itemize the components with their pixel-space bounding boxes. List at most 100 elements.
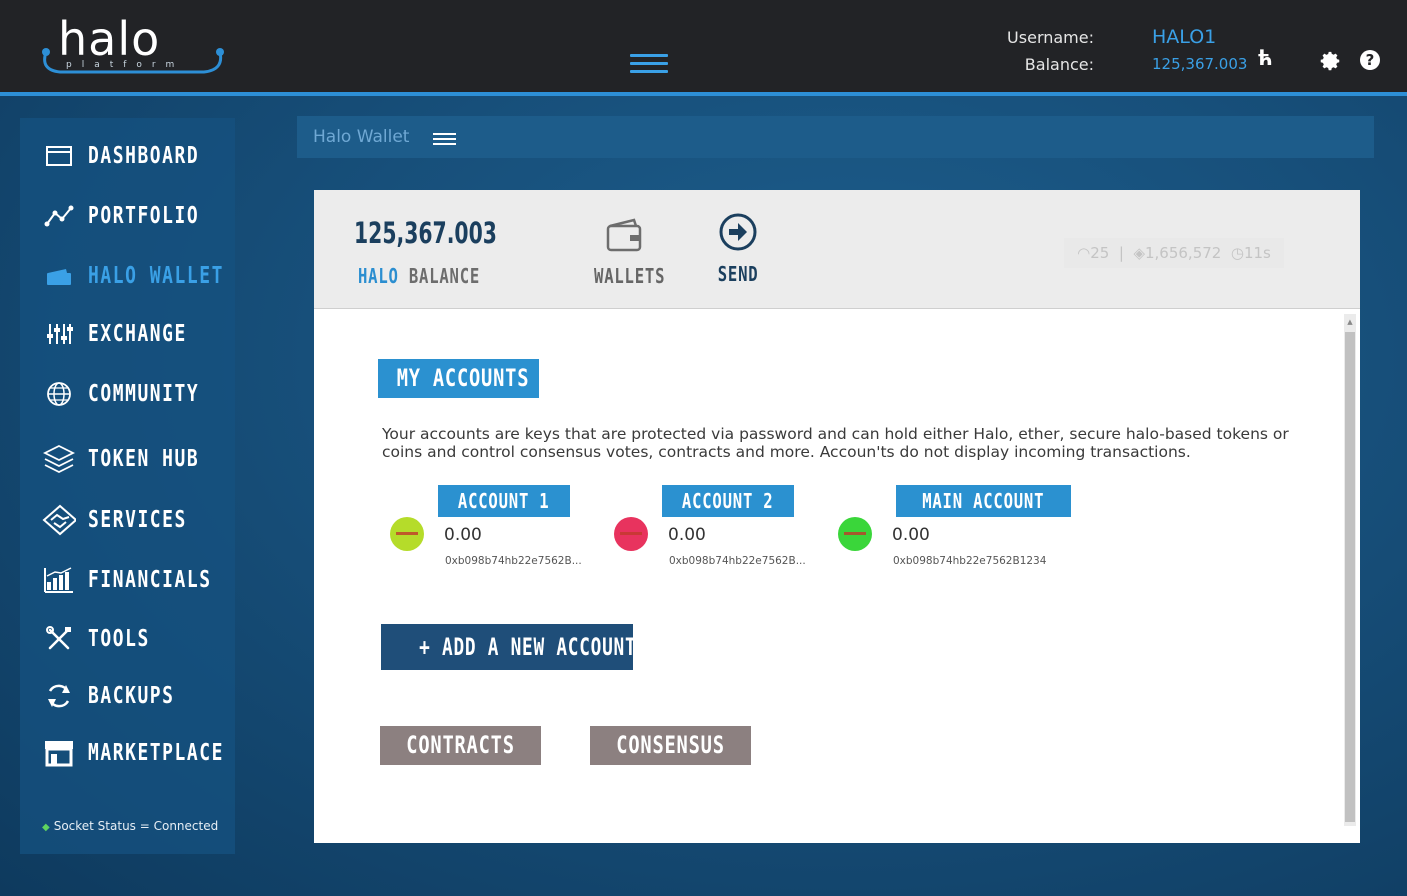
sidebar-item-label: BACKUPS (88, 683, 175, 709)
user-info-values: HALO1 125,367.003 (1152, 24, 1247, 78)
refresh-icon (42, 681, 76, 711)
sidebar-item-label: TOKEN HUB (88, 446, 200, 472)
account-name: MAIN ACCOUNT (922, 489, 1045, 513)
top-bar-accent-line (0, 92, 1407, 96)
my-accounts-label: MY ACCOUNTS (396, 364, 530, 392)
sidebar-item-community[interactable]: COMMUNITY (42, 374, 231, 414)
account-address: 0xb098b74hb22e7562B... (669, 555, 806, 567)
account-card[interactable]: ACCOUNT 2 0.00 0xb098b74hb22e7562B... (614, 485, 834, 575)
sidebar-item-dashboard[interactable]: DASHBOARD (42, 136, 231, 176)
wallet-icon (42, 261, 76, 291)
block-time: 11s (1243, 244, 1271, 262)
sidebar-item-portfolio[interactable]: PORTFOLIO (42, 196, 231, 236)
sidebar-item-tools[interactable]: TOOLS (42, 619, 167, 659)
sidebar-item-financials[interactable]: FINANCIALS (42, 560, 246, 600)
account-name: ACCOUNT 2 (682, 489, 774, 513)
wallets-button[interactable]: WALLETS (584, 216, 664, 288)
sidebar-item-exchange[interactable]: EXCHANGE (42, 314, 215, 354)
sidebar-item-label: TOOLS (88, 626, 150, 652)
account-title-button[interactable]: MAIN ACCOUNT (896, 485, 1071, 517)
bar-chart-icon (42, 565, 76, 595)
username-value[interactable]: HALO1 (1152, 24, 1247, 51)
sidebar: DASHBOARD PORTFOLIO HALO WALLET EXCHANGE… (20, 118, 235, 854)
wallets-label: WALLETS (594, 264, 666, 288)
scroll-up-icon[interactable]: ▲ (1345, 318, 1355, 326)
logo-subtitle: platform (66, 60, 185, 70)
gear-icon[interactable] (1320, 50, 1342, 76)
scroll-thumb[interactable] (1345, 332, 1355, 822)
contracts-label: CONTRACTS (406, 731, 515, 759)
halo-logo[interactable]: halo platform (36, 12, 228, 78)
scrollbar[interactable]: ▲ (1344, 314, 1356, 826)
balance-label-word: BALANCE (408, 264, 481, 288)
wallet-balance-value: 125,367.003 (354, 216, 497, 250)
account-address: 0xb098b74hb22e7562B... (445, 555, 582, 567)
account-avatar-icon (390, 517, 424, 551)
sidebar-item-marketplace[interactable]: MARKETPLACE (42, 733, 262, 773)
account-title-button[interactable]: ACCOUNT 2 (662, 485, 794, 517)
sidebar-item-label: FINANCIALS (88, 567, 212, 593)
send-button[interactable]: SEND (708, 212, 768, 286)
sidebar-item-token-hub[interactable]: TOKEN HUB (42, 439, 231, 479)
account-card[interactable]: MAIN ACCOUNT 0.00 0xb098b74hb22e7562B123… (838, 485, 1071, 575)
sidebar-item-halo-wallet[interactable]: HALO WALLET (42, 256, 262, 296)
consensus-label: CONSENSUS (616, 731, 725, 759)
socket-status: ◆ Socket Status = Connected (42, 819, 218, 833)
add-account-label: + ADD A NEW ACCOUNT (419, 633, 637, 661)
main-menu-icon[interactable] (630, 54, 668, 73)
sidebar-item-label: MARKETPLACE (88, 740, 224, 766)
sidebar-item-label: EXCHANGE (88, 321, 187, 347)
wallet-balance-label: HALO BALANCE (358, 264, 480, 288)
account-address: 0xb098b74hb22e7562B1234 (893, 555, 1047, 567)
username-label: Username: (1007, 28, 1094, 47)
peers-count: 25 (1090, 244, 1110, 262)
add-account-button[interactable]: + ADD A NEW ACCOUNT (381, 624, 637, 670)
sidebar-item-services[interactable]: SERVICES (42, 500, 215, 540)
page-menu-icon[interactable] (433, 133, 456, 148)
account-amount: 0.00 (892, 525, 930, 545)
wifi-icon: ◆ (42, 822, 50, 833)
sidebar-item-label: HALO WALLET (88, 263, 224, 289)
top-bar: halo platform Username: Balance: HALO1 1… (0, 0, 1407, 92)
tools-icon (42, 624, 76, 654)
line-chart-icon (42, 201, 76, 231)
layers-icon (42, 444, 76, 474)
sidebar-item-label: SERVICES (88, 507, 187, 533)
wallet-outline-icon (606, 218, 642, 252)
accounts-description: Your accounts are keys that are protecte… (382, 425, 1289, 461)
handshake-icon (42, 504, 76, 536)
sidebar-item-label: PORTFOLIO (88, 203, 200, 229)
send-label: SEND (717, 262, 759, 286)
account-name: ACCOUNT 1 (458, 489, 550, 513)
halo-currency-icon: ћ (1258, 46, 1273, 70)
balance-label: Balance: (1024, 55, 1094, 74)
sidebar-item-label: COMMUNITY (88, 381, 200, 407)
wallet-header: 125,367.003 HALO BALANCE WALLETS SEND ◠2… (314, 190, 1360, 309)
help-icon[interactable]: ? (1360, 50, 1380, 70)
account-amount: 0.00 (668, 525, 706, 545)
browser-window-icon (42, 141, 76, 171)
socket-status-text: Socket Status = Connected (53, 819, 219, 833)
block-count: 1,656,572 (1144, 244, 1222, 262)
balance-label-halo: HALO (358, 264, 399, 288)
rss-icon: ◠ (1077, 244, 1091, 262)
account-card[interactable]: ACCOUNT 1 0.00 0xb098b74hb22e7562B... (390, 485, 610, 575)
account-amount: 0.00 (444, 525, 482, 545)
clock-icon: ◷ (1230, 244, 1244, 262)
account-avatar-icon (838, 517, 872, 551)
breadcrumb: Halo Wallet (297, 116, 1374, 158)
my-accounts-button[interactable]: MY ACCOUNTS (378, 359, 539, 398)
sidebar-item-backups[interactable]: BACKUPS (42, 676, 199, 716)
store-icon (42, 738, 76, 768)
arrow-right-circle-icon (719, 213, 757, 251)
balance-value: 125,367.003 (1152, 55, 1248, 73)
page-title: Halo Wallet (313, 127, 410, 147)
sidebar-item-label: DASHBOARD (88, 143, 200, 169)
account-title-button[interactable]: ACCOUNT 1 (438, 485, 570, 517)
consensus-button[interactable]: CONSENSUS (590, 726, 751, 765)
blocks-icon: ◈ (1133, 244, 1145, 262)
network-stats: ◠25 | ◈1,656,572 ◷11s (1064, 238, 1284, 268)
wallet-panel: 125,367.003 HALO BALANCE WALLETS SEND ◠2… (314, 190, 1360, 843)
logo-text: halo (58, 12, 161, 66)
contracts-button[interactable]: CONTRACTS (380, 726, 541, 765)
